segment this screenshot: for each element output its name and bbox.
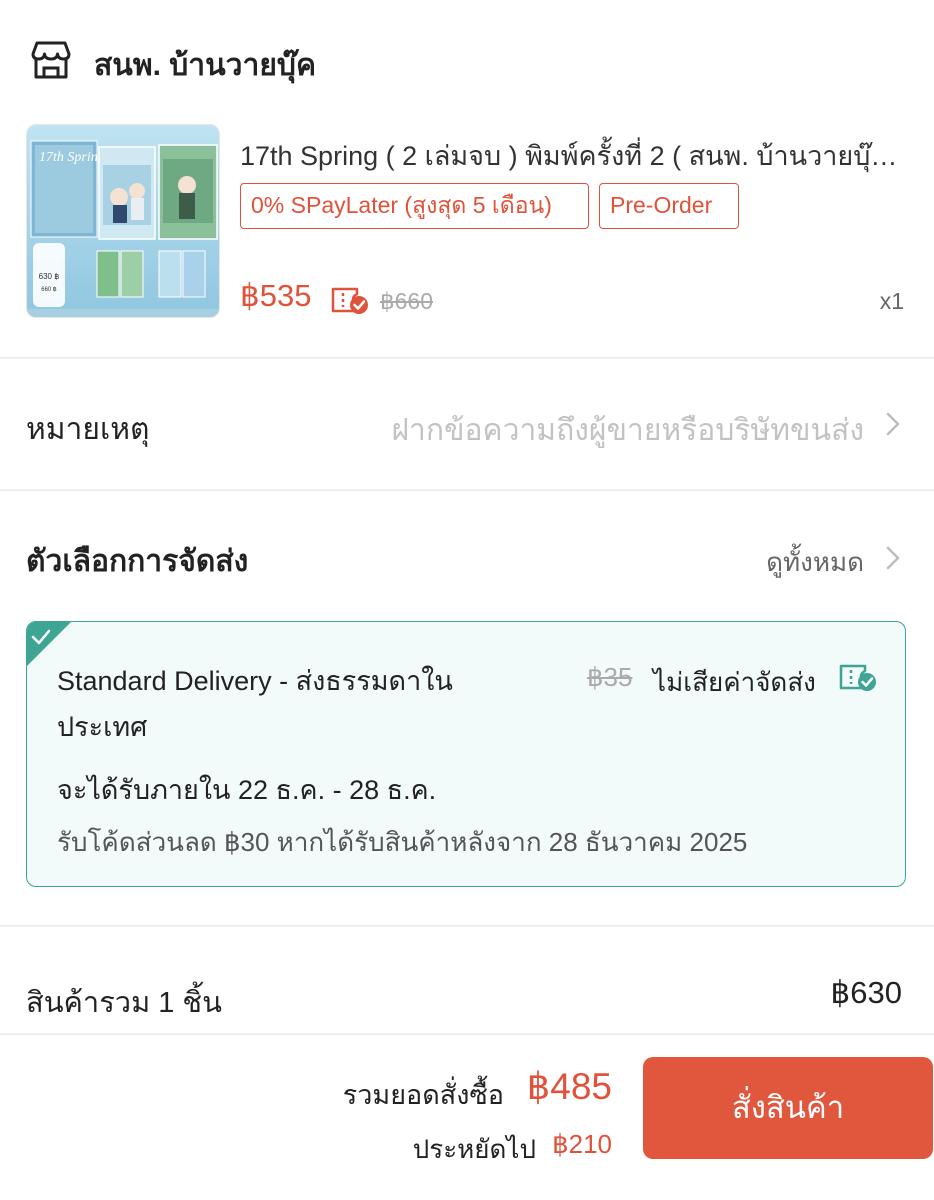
place-order-button[interactable]: สั่งสินค้า bbox=[643, 1057, 933, 1159]
note-label: หมายเหตุ bbox=[26, 413, 150, 446]
product-item[interactable]: 17th Spring 630 ฿ 660 ฿ 17th Spring ( 2 … bbox=[0, 122, 934, 358]
product-thumbnail[interactable]: 17th Spring 630 ฿ 660 ฿ bbox=[26, 124, 220, 318]
book-cover-image: 17th Spring 630 ฿ 660 ฿ bbox=[27, 125, 219, 317]
delivery-option-card[interactable]: Standard Delivery - ส่งธรรมดาในประเทศ ฿3… bbox=[26, 621, 906, 887]
order-total-label: รวมยอดสั่งซื้อ bbox=[342, 1080, 504, 1110]
shop-name: สนพ. บ้านวายบุ๊ค bbox=[94, 49, 317, 82]
quantity: x1 bbox=[879, 288, 904, 314]
order-total-value: ฿485 bbox=[526, 1066, 612, 1107]
savings-value: ฿210 bbox=[552, 1129, 612, 1159]
delivery-option-name: Standard Delivery - ส่งธรรมดาในประเทศ bbox=[57, 666, 453, 742]
chevron-right-icon bbox=[886, 412, 900, 436]
chevron-right-icon bbox=[886, 546, 900, 570]
note-input[interactable]: ฝากข้อความถึงผู้ขายหรือบริษัทขนส่ง bbox=[391, 407, 864, 454]
subtotal-value: ฿630 bbox=[830, 975, 902, 1010]
product-title[interactable]: 17th Spring ( 2 เล่มจบ ) พิมพ์ครั้งที่ 2… bbox=[240, 134, 900, 177]
subtotal-label: สินค้ารวม 1 ชิ้น bbox=[26, 987, 222, 1019]
product-price: ฿535 bbox=[240, 278, 312, 313]
checkout-bar: รวมยอดสั่งซื้อ ฿485 ประหยัดไป ฿210 สั่งส… bbox=[0, 1035, 934, 1200]
preorder-tag: Pre-Order bbox=[599, 183, 739, 229]
svg-text:660 ฿: 660 ฿ bbox=[41, 286, 57, 293]
shipping-voucher-icon bbox=[839, 664, 876, 691]
free-shipping-label: ไม่เสียค่าจัดส่ง bbox=[653, 667, 816, 697]
shipping-options-header[interactable]: ตัวเลือกการจัดส่ง ดูทั้งหมด bbox=[0, 492, 934, 612]
divider bbox=[0, 357, 934, 359]
svg-text:17th Spring: 17th Spring bbox=[39, 150, 105, 165]
store-icon bbox=[31, 41, 71, 79]
late-delivery-guarantee: รับโค้ดส่วนลด ฿30 หากได้รับสินค้าหลังจาก… bbox=[57, 827, 748, 857]
shop-header[interactable]: สนพ. บ้านวายบุ๊ค bbox=[0, 0, 934, 122]
original-shipping-fee: ฿35 bbox=[587, 662, 633, 692]
see-all-shipping-link[interactable]: ดูทั้งหมด bbox=[766, 542, 864, 583]
original-price: ฿660 bbox=[380, 288, 434, 314]
savings-label: ประหยัดไป bbox=[412, 1134, 536, 1164]
subtotal-row: สินค้ารวม 1 ชิ้น ฿630 bbox=[0, 927, 934, 1033]
shipping-options-title: ตัวเลือกการจัดส่ง bbox=[26, 545, 249, 578]
svg-text:630 ฿: 630 ฿ bbox=[39, 272, 60, 281]
spaylater-tag: 0% SPayLater (สูงสุด 5 เดือน) bbox=[240, 183, 589, 229]
voucher-check-icon bbox=[331, 287, 368, 314]
note-row[interactable]: หมายเหตุ ฝากข้อความถึงผู้ขายหรือบริษัทขน… bbox=[0, 360, 934, 490]
divider bbox=[0, 489, 934, 491]
delivery-eta: จะได้รับภายใน 22 ธ.ค. - 28 ธ.ค. bbox=[57, 775, 437, 805]
